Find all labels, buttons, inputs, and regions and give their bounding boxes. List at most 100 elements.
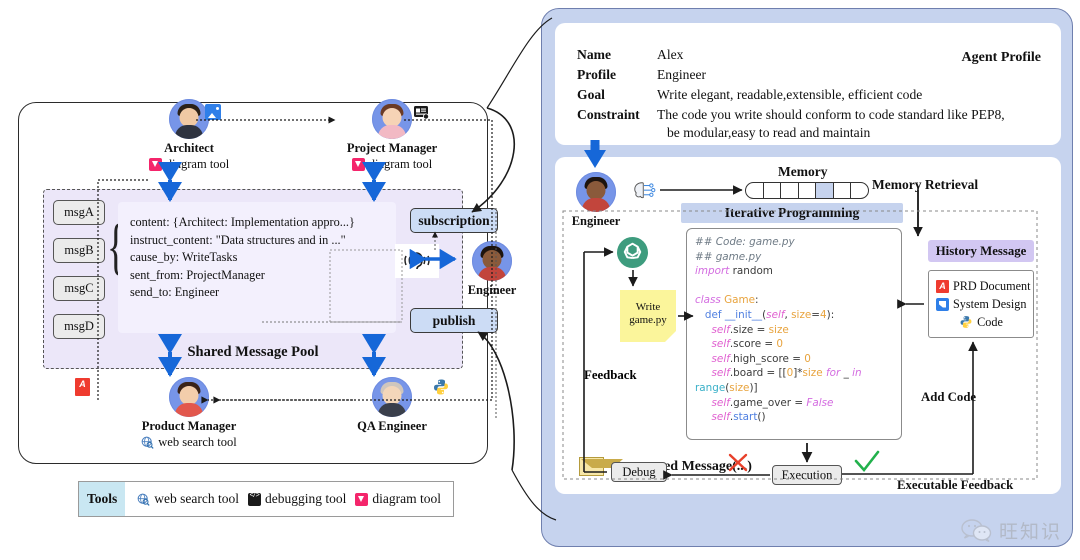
- watermark: 旺知识: [960, 517, 1062, 544]
- diagram-icon: [355, 492, 369, 506]
- history-item: System Design: [936, 297, 1033, 312]
- tools-legend: Tools web search tool debugging tool dia…: [78, 481, 454, 517]
- agent-architect[interactable]: Architect diagram tool: [129, 99, 249, 172]
- memory-cell: [834, 183, 852, 198]
- avatar-project-manager: [372, 99, 412, 139]
- message-field: instruct_content: "Data structures and i…: [130, 232, 346, 247]
- agent-engineer-left[interactable]: Engineer: [454, 241, 530, 298]
- history-message-header: History Message: [928, 240, 1034, 262]
- agent-tool: web search tool: [129, 435, 249, 450]
- shared-message-pool-title: Shared Message Pool: [187, 344, 319, 360]
- memory-cell: [764, 183, 782, 198]
- agent-tool: diagram tool: [129, 157, 249, 172]
- diagram-icon: [351, 158, 365, 171]
- agent-engineer-right[interactable]: Engineer: [558, 172, 634, 229]
- agent-tool-label: diagram tool: [368, 157, 433, 171]
- agent-name: Engineer: [571, 214, 621, 228]
- profile-value-cont: be modular,easy to read and maintain: [667, 125, 871, 140]
- agent-project-manager[interactable]: Project Manager diagram tool: [332, 99, 452, 172]
- listening-icon: [395, 244, 439, 278]
- diagram-icon: [148, 158, 162, 171]
- memory-cell: [746, 183, 764, 198]
- agent-product-manager[interactable]: Product Manager web search tool: [129, 377, 249, 450]
- code-line: class Game:: [695, 294, 759, 307]
- agent-name: Product Manager: [141, 419, 237, 433]
- memory-cell: [799, 183, 817, 198]
- tool-label: diagram tool: [372, 491, 441, 506]
- profile-key: Profile: [577, 67, 617, 82]
- memory-cell: [781, 183, 799, 198]
- message-chip[interactable]: msgD: [53, 314, 105, 339]
- memory-cell-active: [816, 183, 834, 198]
- pdf-icon: [75, 378, 90, 396]
- message-chip[interactable]: msgB: [53, 238, 105, 263]
- tool-debugging: debugging tool: [248, 491, 346, 507]
- tool-web-search: web search tool: [137, 491, 239, 507]
- document-card-icon: [414, 106, 429, 120]
- agent-tool-label: web search tool: [158, 435, 237, 449]
- memory-label: Memory: [778, 164, 828, 179]
- message-detail-card: content: {Architect: Implementation appr…: [118, 202, 396, 333]
- memory-retrieval-label: Memory Retrieval: [872, 177, 979, 192]
- tools-legend-items: web search tool debugging tool diagram t…: [125, 482, 453, 516]
- avatar-product-manager: [169, 377, 209, 417]
- code-block: ## Code: game.py ## game.py import rando…: [686, 228, 902, 440]
- agent-name: Engineer: [467, 283, 517, 297]
- system-design-icon: [936, 297, 949, 311]
- web-search-icon: [141, 436, 154, 449]
- web-search-icon: [137, 493, 150, 506]
- code-line: self.size = size: [711, 323, 789, 336]
- history-item: PRD Document: [936, 279, 1033, 294]
- profile-value: Engineer: [657, 67, 707, 82]
- code-line: range(size)]: [695, 381, 758, 394]
- avatar-architect: [169, 99, 209, 139]
- history-item-label: PRD Document: [953, 278, 1031, 293]
- code-line: self.high_score = 0: [711, 352, 811, 365]
- note-line-1: Write: [635, 301, 661, 313]
- brain-icon: [634, 182, 656, 199]
- agent-name: QA Engineer: [357, 419, 427, 433]
- watermark-text: 旺知识: [998, 521, 1062, 543]
- diagram-canvas: Architect diagram tool Project Manager d…: [0, 0, 1080, 560]
- agent-name: Project Manager: [346, 141, 438, 155]
- publish-button[interactable]: publish: [410, 308, 498, 333]
- subscription-button[interactable]: subscription: [410, 208, 498, 233]
- pdf-icon: [936, 279, 949, 293]
- memory-bar: [745, 182, 869, 199]
- tool-diagram: diagram tool: [355, 491, 441, 507]
- executable-feedback-label: Executable Feedback: [897, 478, 1014, 492]
- history-item-label: Code: [977, 314, 1003, 329]
- feedback-label: Feedback: [584, 368, 637, 382]
- openai-llm-icon: [617, 237, 648, 268]
- tools-legend-tag: Tools: [79, 482, 126, 516]
- image-doc-icon: [205, 104, 221, 120]
- message-field: sent_from: ProjectManager: [130, 267, 265, 282]
- debugging-icon: [248, 492, 261, 506]
- profile-key: Name: [577, 47, 611, 62]
- history-item: Code: [936, 315, 1033, 330]
- shared-message-pool: msgA msgB msgC msgD { content: {Architec…: [43, 189, 463, 369]
- history-item-label: System Design: [953, 296, 1027, 311]
- message-field: content: {Architect: Implementation appr…: [130, 215, 355, 229]
- code-line: def __init__(self, size=4):: [704, 308, 835, 321]
- profile-value: Write elegant, readable,extensible, effi…: [657, 87, 923, 102]
- message-chip[interactable]: msgA: [53, 200, 105, 225]
- message-field: send_to: Engineer: [130, 285, 220, 299]
- code-line: import random: [695, 265, 773, 278]
- agent-tool-label: diagram tool: [165, 157, 230, 171]
- code-line: self.board = [[0]*size for _ in: [711, 367, 862, 380]
- message-chip[interactable]: msgC: [53, 276, 105, 301]
- avatar-engineer: [472, 241, 512, 281]
- wechat-icon: [961, 518, 992, 542]
- execution-node[interactable]: Execution: [772, 465, 842, 485]
- avatar-qa-engineer: [372, 377, 412, 417]
- iterative-programming-header: Iterative Programming: [681, 203, 903, 223]
- agent-name: Architect: [164, 141, 214, 155]
- debug-node[interactable]: Debug: [611, 462, 667, 482]
- profile-value: Alex: [657, 47, 684, 62]
- profile-value: The code you write should conform to cod…: [657, 107, 1005, 122]
- note-line-2: game.py: [629, 314, 667, 326]
- python-icon: [960, 316, 972, 328]
- code-line: ## game.py: [695, 250, 762, 263]
